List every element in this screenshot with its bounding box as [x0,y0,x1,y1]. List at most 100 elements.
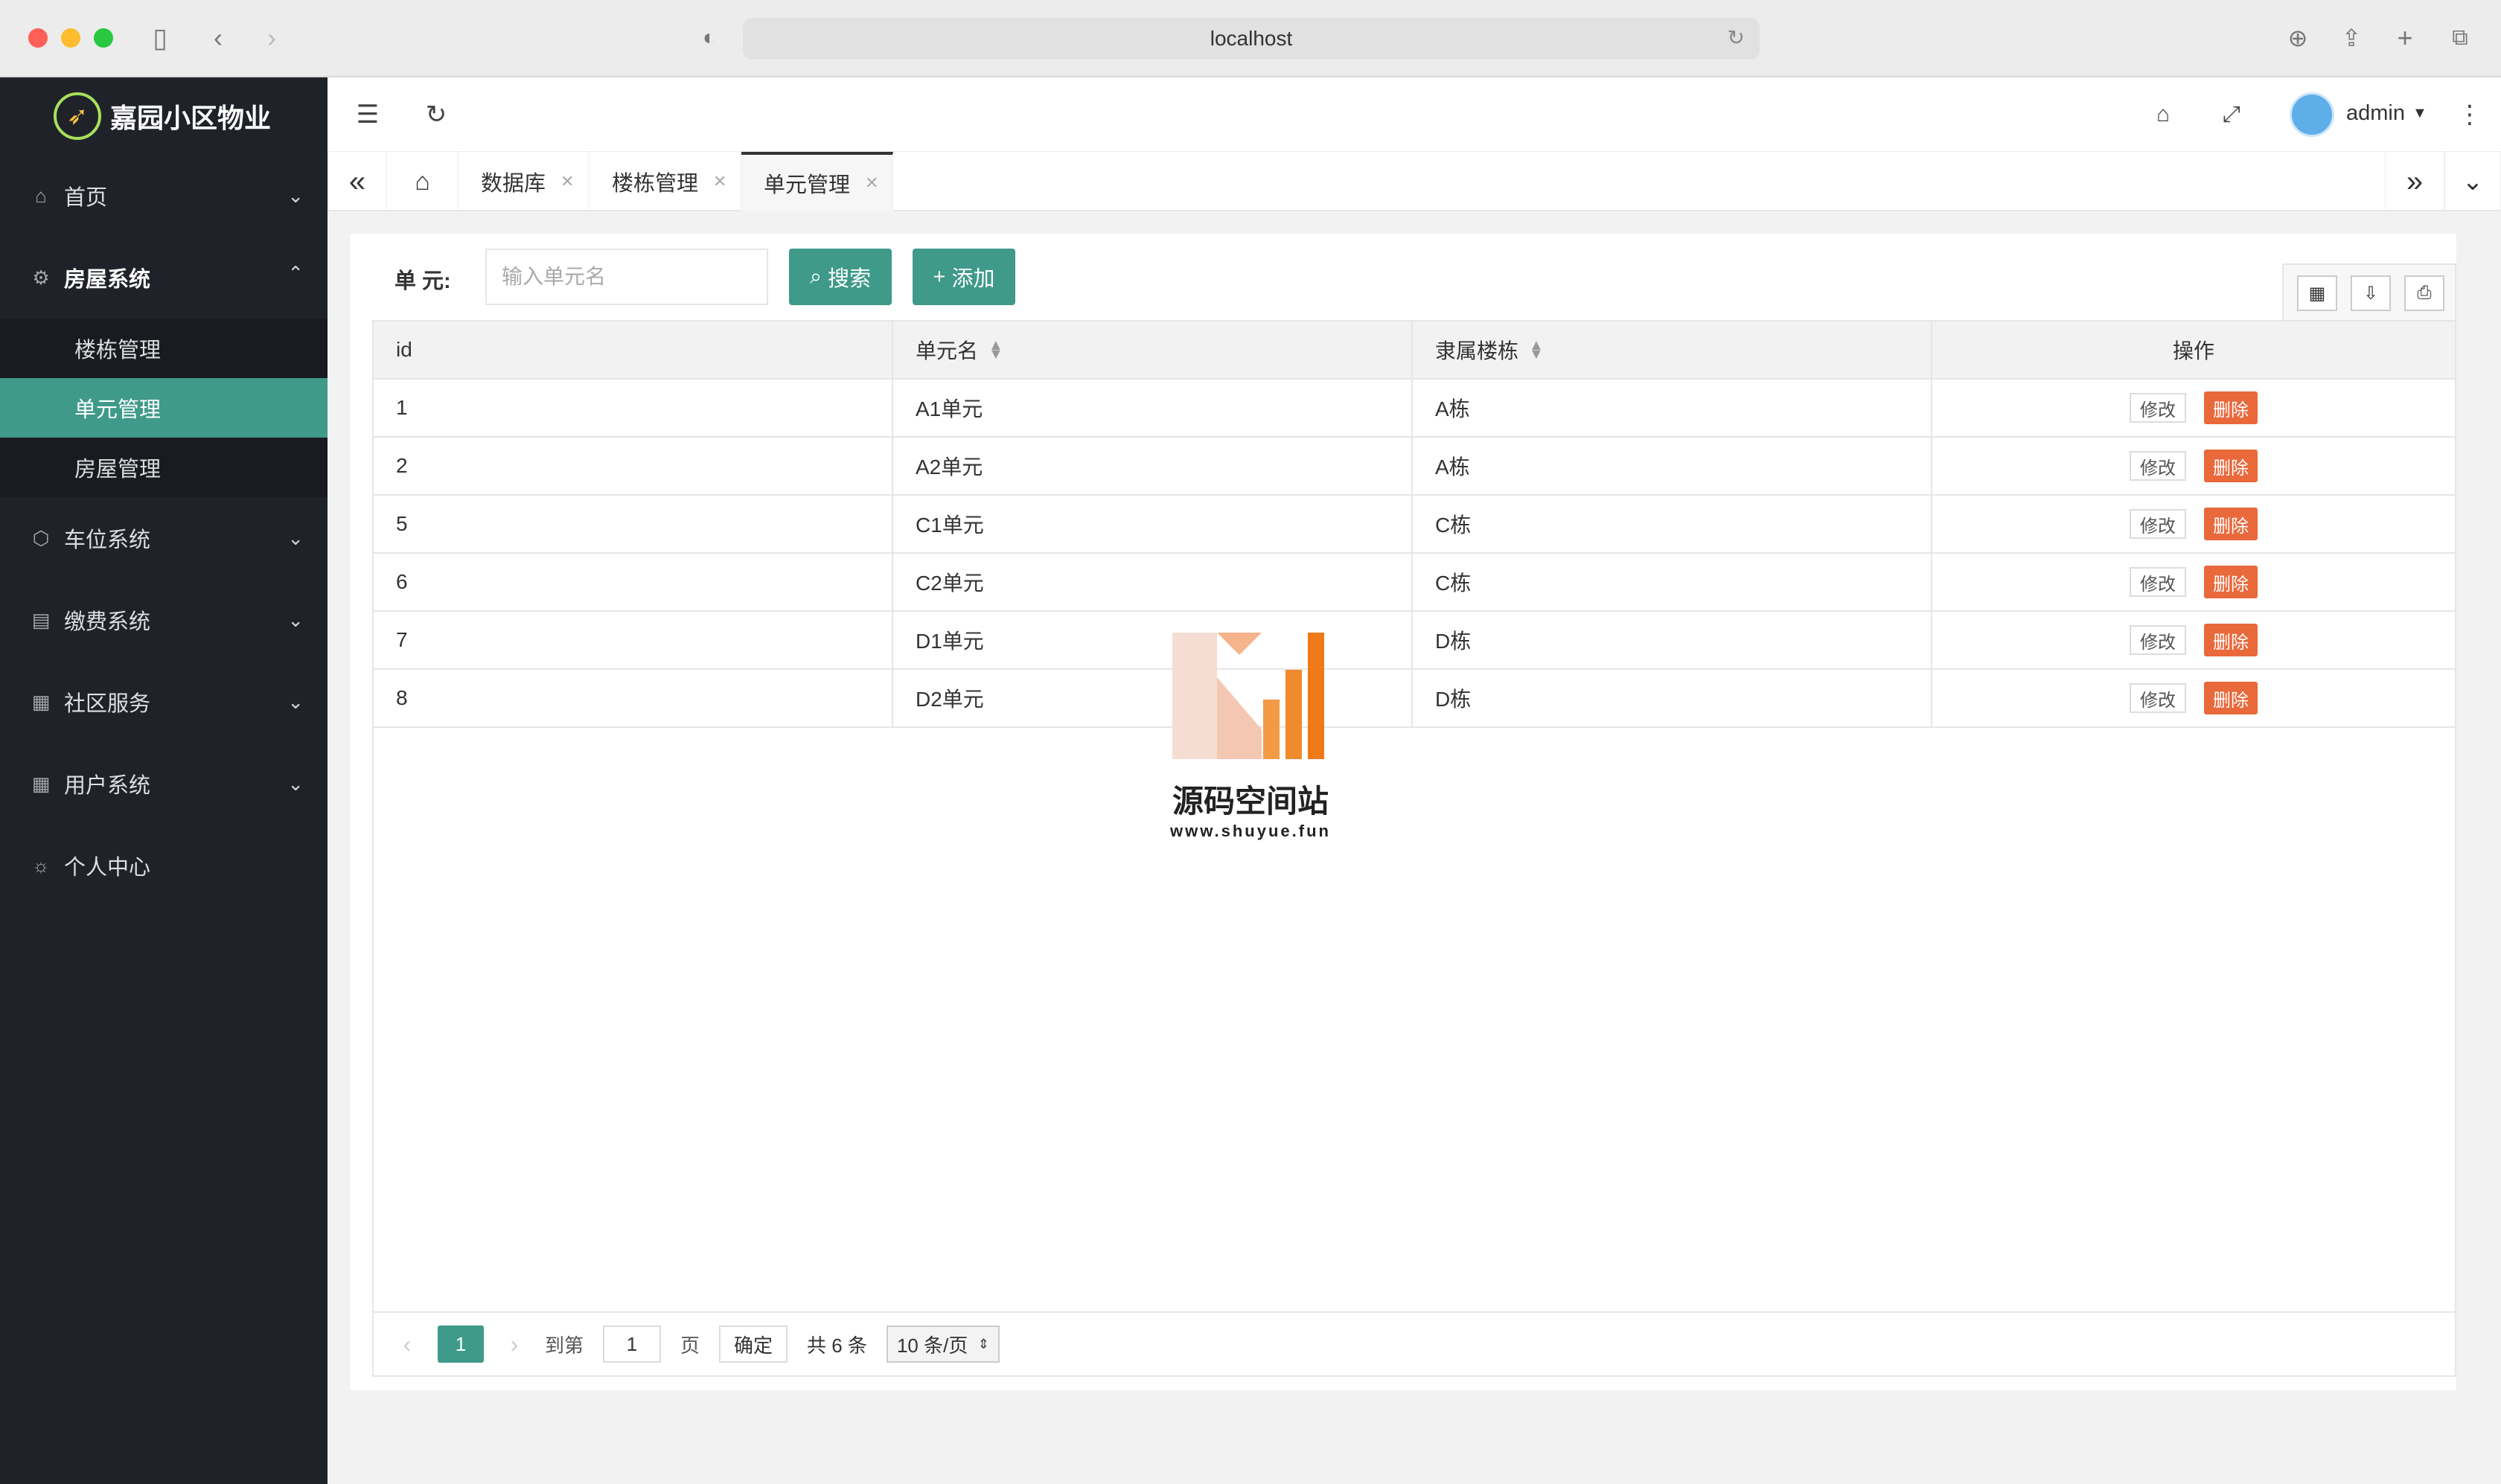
tab-home-icon[interactable]: ⌂ [387,152,459,211]
cell-value: D栋 [1435,688,1472,711]
column-header-building[interactable]: 隶属楼栋 ▲ ▼ [1413,322,1932,378]
sidebar-item-parking[interactable]: ⬡ 车位系统 ⌄ [0,497,328,579]
sidebar-item-users[interactable]: ▦ 用户系统 ⌄ [0,743,328,825]
next-page-icon[interactable]: › [503,1325,526,1363]
sidebar-item-community[interactable]: ▦ 社区服务 ⌄ [0,661,328,743]
sidebar-item-label: 车位系统 [64,528,151,552]
column-header-id: id [374,322,893,378]
chevron-down-icon: ⌄ [287,527,304,549]
sun-icon: ☼ [32,854,50,877]
delete-button[interactable]: 删除 [2204,450,2258,482]
delete-button[interactable]: 删除 [2204,682,2258,714]
sort-icon[interactable]: ▲ ▼ [1529,338,1544,362]
tab-buildings[interactable]: 楼栋管理 ✕ [590,152,741,211]
housing-submenu: 楼栋管理 单元管理 房屋管理 [0,319,328,497]
cell-value: 5 [396,512,408,535]
browser-toolbar: ▯ ‹ › ◐ localhost ↻ ⊕ ⇪ + ⧉ [0,0,2501,77]
delete-button[interactable]: 删除 [2204,391,2258,424]
tab-overview-icon[interactable]: ⧉ [2441,19,2479,57]
app-window: ▯ ‹ › ◐ localhost ↻ ⊕ ⇪ + ⧉ ➶ 嘉园小区物业 ⌂ 首页… [0,0,2501,1484]
submenu-label: 单元管理 [74,398,162,422]
search-button[interactable]: ⌕ 搜索 [789,249,892,305]
delete-button[interactable]: 删除 [2204,624,2258,656]
cell-value: C1单元 [916,514,984,537]
submenu-item-units[interactable]: 单元管理 [0,378,328,438]
table-row: 5 C1单元 C栋 修改 删除 [374,496,2455,554]
sort-icon[interactable]: ▲ ▼ [988,338,1003,362]
tab-units[interactable]: 单元管理 ✕ [741,152,893,211]
goto-confirm-button[interactable]: 确定 [719,1325,788,1363]
address-bar[interactable]: localhost ↻ [743,18,1760,60]
page-size-value: 10 条/页 [896,1334,968,1357]
column-header-unit-name[interactable]: 单元名 ▲ ▼ [893,322,1413,378]
cell-value: A栋 [1435,397,1470,420]
app-name: 嘉园小区物业 [110,103,272,133]
close-tab-icon[interactable]: ✕ [865,173,878,193]
column-header-label: 单元名 [916,339,979,362]
cell-id: 7 [374,612,893,668]
sidebar-item-billing[interactable]: ▤ 缴费系统 ⌄ [0,579,328,661]
cell-building: D栋 [1413,612,1932,668]
edit-button[interactable]: 修改 [2130,451,2186,481]
watermark-name: 源码空间站 [1172,784,1329,819]
sidebar-item-home[interactable]: ⌂ 首页 ⌄ [0,155,328,237]
edit-button[interactable]: 修改 [2130,625,2186,655]
export-icon[interactable]: ⇩ [2351,275,2391,311]
close-window-button[interactable] [28,28,48,48]
page-1-button[interactable]: 1 [438,1325,484,1363]
sidebar-item-housing[interactable]: ⚙ 房屋系统 ⌃ [0,237,328,319]
tabs-scroll-left-icon[interactable]: « [328,152,387,211]
cell-id: 1 [374,380,893,436]
tabs-scroll-right-icon[interactable]: » [2385,152,2444,211]
refresh-icon[interactable]: ↻ [417,95,456,134]
delete-button[interactable]: 删除 [2204,566,2258,598]
username: admin [2346,101,2405,125]
edit-button[interactable]: 修改 [2130,509,2186,539]
prev-page-icon[interactable]: ‹ [396,1325,418,1363]
sidebar-item-label: 用户系统 [64,774,151,798]
cell-value: C栋 [1435,572,1472,595]
cell-building: C栋 [1413,554,1932,610]
unit-filter-label: 单 元: [395,269,451,293]
edit-button[interactable]: 修改 [2130,393,2186,423]
tab-database[interactable]: 数据库 ✕ [459,152,590,211]
unit-search-input[interactable] [485,249,768,305]
edit-button[interactable]: 修改 [2130,567,2186,597]
tag-icon[interactable]: ⌂ [2144,95,2182,134]
share-icon[interactable]: ⇪ [2333,19,2370,57]
sidebar-toggle-icon[interactable]: ▯ [141,19,179,57]
close-tab-icon[interactable]: ✕ [560,172,574,191]
gear-icon: ⚙ [32,266,50,289]
add-button[interactable]: + 添加 [913,249,1015,305]
download-icon[interactable]: ⊕ [2279,19,2316,57]
print-icon[interactable]: ⎙ [2404,275,2444,311]
user-menu[interactable]: admin ▼ [2346,101,2427,126]
delete-button[interactable]: 删除 [2204,508,2258,540]
fullscreen-icon[interactable]: ⤢ [2212,95,2251,134]
back-icon[interactable]: ‹ [199,19,237,57]
chevron-up-icon: ⌃ [287,262,304,284]
close-tab-icon[interactable]: ✕ [713,172,726,191]
new-tab-icon[interactable]: + [2386,19,2424,57]
menu-collapse-icon[interactable]: ☰ [348,95,387,134]
page-number-input[interactable]: 1 [603,1325,662,1363]
submenu-item-houses[interactable]: 房屋管理 [0,438,328,497]
page-size-select[interactable]: 10 条/页 ⇕ [886,1325,1000,1363]
add-button-label: 添加 [951,267,995,291]
sidebar-item-profile[interactable]: ☼ 个人中心 [0,825,328,906]
edit-button[interactable]: 修改 [2130,683,2186,713]
reload-icon[interactable]: ↻ [1728,25,1745,50]
columns-filter-icon[interactable]: ▦ [2297,275,2337,311]
shield-icon[interactable]: ◐ [691,19,728,57]
forward-icon[interactable]: › [253,19,290,57]
zoom-window-button[interactable] [94,28,113,48]
watermark-logo-icon [1172,633,1324,759]
watermark: 源码空间站 www.shuyue.fun [1161,633,1340,841]
total-count: 共 6 条 [807,1334,867,1357]
more-icon[interactable]: ⋮ [2450,95,2489,134]
tab-label: 楼栋管理 [612,172,699,196]
minimize-window-button[interactable] [61,28,80,48]
submenu-item-buildings[interactable]: 楼栋管理 [0,319,328,378]
tabs-dropdown-icon[interactable]: ⌄ [2444,152,2501,211]
avatar[interactable] [2290,92,2334,137]
